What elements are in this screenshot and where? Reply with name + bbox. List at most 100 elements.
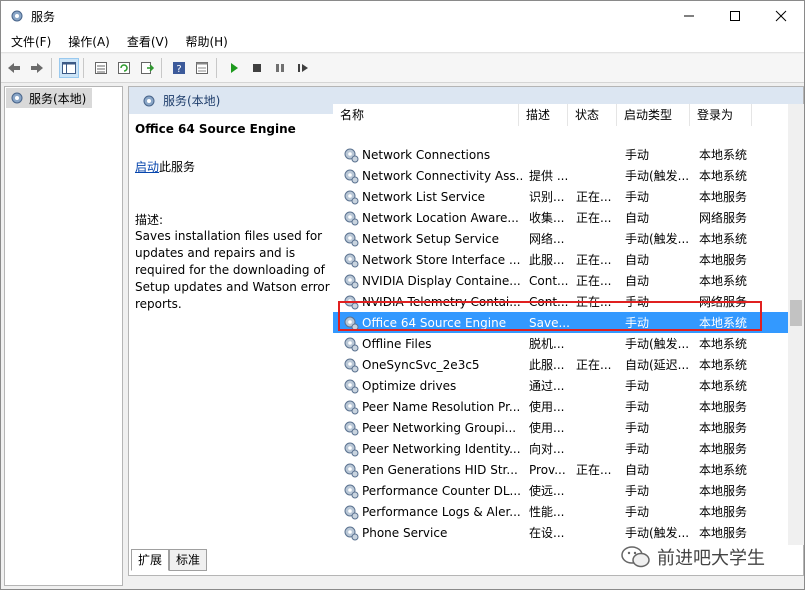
cell-name: Network Location Aware... [333, 210, 523, 226]
cell-description: 网络... [529, 232, 565, 246]
back-button[interactable] [4, 58, 24, 78]
service-gear-icon [344, 484, 359, 498]
table-row[interactable]: Peer Networking Groupi... 使用... 手动 本地服务 [333, 417, 803, 438]
start-service-line: 启动此服务 [135, 158, 327, 175]
cell-logon-as: 本地系统 [699, 358, 748, 372]
cell-logon-as: 本地系统 [699, 463, 748, 477]
service-details: Office 64 Source Engine 启动此服务 描述: Saves … [129, 114, 333, 547]
cell-logon-as: 本地服务 [699, 442, 748, 456]
scrollbar-thumb[interactable] [790, 300, 802, 326]
cell-startup-type: 手动(触发... [625, 526, 690, 540]
export-list-icon [141, 62, 155, 74]
tab-standard[interactable]: 标准 [169, 549, 208, 571]
cell-logon-as: 本地服务 [699, 253, 748, 267]
services-window: 服务 文件(F) 操作(A) 查看(V) 帮助(H) ? 服务(本地) 服务(本… [0, 0, 805, 590]
cell-name: Optimize drives [333, 378, 523, 394]
close-button[interactable] [758, 1, 804, 31]
cell-startup-type: 自动 [625, 211, 650, 225]
table-row[interactable]: Network Location Aware... 收集... 正在... 自动 网络服… [333, 207, 803, 228]
table-row[interactable]: Peer Name Resolution Pr... 使用... 手动 本地服务 [333, 396, 803, 417]
play-icon [231, 63, 238, 73]
table-row[interactable]: OneSyncSvc_2e3c5 此服... 正在... 自动(延迟... 本地系统 [333, 354, 803, 375]
menu-bar: 文件(F) 操作(A) 查看(V) 帮助(H) [1, 31, 804, 53]
forward-button[interactable] [27, 58, 47, 78]
view-tabs: 扩展 标准 [131, 549, 208, 571]
minimize-icon [684, 15, 694, 17]
service-gear-icon [344, 358, 359, 372]
cell-startup-type: 手动(触发... [625, 232, 690, 246]
help-icon: ? [173, 62, 185, 75]
start-service-button[interactable] [224, 58, 244, 78]
cell-status: 正在... [576, 211, 612, 225]
refresh-icon [118, 62, 130, 74]
table-row[interactable]: Pen Generations HID Str... Prov... 正在... 自动… [333, 459, 803, 480]
cell-description: 在设... [529, 526, 565, 540]
pause-service-button[interactable] [270, 58, 290, 78]
stop-icon [253, 64, 261, 72]
cell-name: Performance Logs & Aler... [333, 504, 523, 520]
column-header-logon-as[interactable]: 登录为 [690, 104, 752, 126]
table-row[interactable]: Network Connections 手动 本地系统 [333, 144, 803, 165]
table-row[interactable]: Phone Service 在设... 手动(触发... 本地服务 [333, 522, 803, 543]
cell-logon-as: 本地服务 [699, 190, 748, 204]
stop-service-button[interactable] [247, 58, 267, 78]
cell-startup-type: 自动 [625, 274, 650, 288]
maximize-button[interactable] [712, 1, 758, 31]
column-header-name[interactable]: 名称 ^ [333, 104, 519, 126]
table-row[interactable]: Performance Logs & Aler... 性能... 手动 本地服务 [333, 501, 803, 522]
help-button[interactable]: ? [169, 58, 189, 78]
column-header-startup-type[interactable]: 启动类型 [617, 104, 690, 126]
properties-button[interactable] [192, 58, 212, 78]
menu-action[interactable]: 操作(A) [61, 31, 117, 53]
service-gear-icon [344, 505, 359, 519]
cell-status: 正在... [576, 358, 612, 372]
menu-help[interactable]: 帮助(H) [178, 31, 234, 53]
table-row[interactable]: Network Store Interface ... 此服... 正在... 自动 本… [333, 249, 803, 270]
column-header-status[interactable]: 状态 [568, 104, 617, 126]
refresh-button[interactable] [114, 58, 134, 78]
cell-startup-type: 自动 [625, 253, 650, 267]
table-row[interactable]: Optimize drives 通过... 手动 本地系统 [333, 375, 803, 396]
table-row[interactable]: Network Connectivity Ass... 提供 ... 手动(触发..… [333, 165, 803, 186]
cell-logon-as: 本地系统 [699, 379, 748, 393]
table-row[interactable]: Network Setup Service 网络... 手动(触发... 本地系统 [333, 228, 803, 249]
services-gear-icon [11, 92, 23, 104]
cell-name: Peer Networking Identity... [333, 441, 523, 457]
export-button[interactable] [137, 58, 157, 78]
tab-extended[interactable]: 扩展 [131, 549, 170, 571]
restart-service-button[interactable] [293, 58, 313, 78]
menu-view[interactable]: 查看(V) [120, 31, 176, 53]
cell-startup-type: 自动 [625, 463, 650, 477]
toolbar-separator [83, 58, 84, 78]
cell-description: 提供 ... [529, 169, 569, 183]
services-gear-icon [11, 10, 23, 22]
pause-icon [276, 64, 284, 72]
cell-logon-as: 本地服务 [699, 484, 748, 498]
toolbar-separator [161, 58, 162, 78]
cell-startup-type: 手动 [625, 484, 650, 498]
cell-status: 正在... [576, 463, 612, 477]
back-arrow-icon [8, 63, 20, 73]
table-row[interactable]: Offline Files 脱机... 手动(触发... 本地系统 [333, 333, 803, 354]
vertical-scrollbar[interactable] [788, 104, 804, 545]
toolbar: ? [1, 54, 804, 83]
cell-name: OneSyncSvc_2e3c5 [333, 357, 523, 373]
cell-logon-as: 网络服务 [699, 211, 748, 225]
cell-name: Peer Networking Groupi... [333, 420, 523, 436]
minimize-button[interactable] [666, 1, 712, 31]
cell-startup-type: 手动 [625, 400, 650, 414]
cell-startup-type: 手动 [625, 442, 650, 456]
restart-icon [298, 64, 308, 72]
selected-service-name: Office 64 Source Engine [135, 122, 296, 136]
table-row[interactable]: NVIDIA Display Containe... Cont... 正在... 自动… [333, 270, 803, 291]
column-header-description[interactable]: 描述 [519, 104, 568, 126]
show-tree-button[interactable] [59, 58, 79, 78]
service-gear-icon [344, 400, 359, 414]
table-row[interactable]: Performance Counter DL... 使远... 手动 本地服务 [333, 480, 803, 501]
list-view-button[interactable] [91, 58, 111, 78]
start-service-link[interactable]: 启动 [135, 160, 159, 174]
tree-item-services-local[interactable]: 服务(本地) [6, 88, 92, 108]
table-row[interactable]: Network List Service 识别... 正在... 手动 本地服务 [333, 186, 803, 207]
menu-file[interactable]: 文件(F) [4, 31, 58, 53]
table-row[interactable]: Peer Networking Identity... 向对... 手动 本地服务 [333, 438, 803, 459]
